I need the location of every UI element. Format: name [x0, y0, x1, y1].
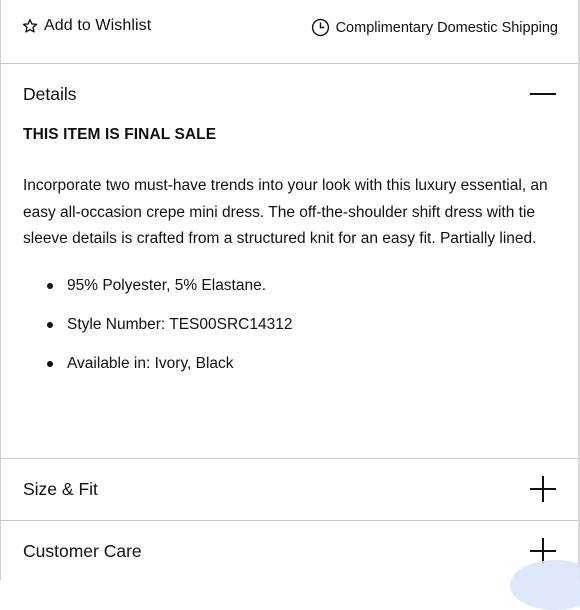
- bullet-icon: [47, 322, 53, 328]
- minus-icon[interactable]: [530, 93, 556, 95]
- list-item: 95% Polyester, 5% Elastane.: [23, 274, 292, 313]
- wishlist-label: Add to Wishlist: [44, 17, 152, 34]
- attribute-text: Style Number: TES00SRC14312: [67, 316, 293, 333]
- details-accordion-header[interactable]: Details: [0, 64, 578, 124]
- attribute-text: 95% Polyester, 5% Elastane.: [67, 277, 267, 294]
- bullet-icon: [47, 361, 53, 367]
- details-title: Details: [23, 84, 77, 104]
- attribute-text: Available in: Ivory, Black: [67, 355, 234, 372]
- star-icon: [22, 19, 38, 33]
- size-fit-accordion-header[interactable]: Size & Fit: [0, 459, 578, 519]
- customer-care-accordion-header[interactable]: Customer Care: [0, 521, 578, 581]
- product-attributes-list: 95% Polyester, 5% Elastane. Style Number…: [23, 274, 292, 391]
- bullet-icon: [47, 283, 53, 289]
- size-fit-title: Size & Fit: [23, 479, 98, 499]
- final-sale-notice: THIS ITEM IS FINAL SALE: [23, 126, 217, 143]
- plus-icon[interactable]: [530, 476, 556, 502]
- product-utility-bar: Add to Wishlist Complimentary Domestic S…: [0, 0, 580, 62]
- list-item: Available in: Ivory, Black: [23, 352, 292, 391]
- product-description: Incorporate two must-have trends into yo…: [23, 177, 548, 247]
- add-to-wishlist-button[interactable]: Add to Wishlist: [22, 17, 151, 35]
- floating-widget-edge: [510, 560, 580, 610]
- shipping-info: Complimentary Domestic Shipping: [311, 18, 558, 37]
- shipping-label: Complimentary Domestic Shipping: [335, 19, 558, 36]
- customer-care-title: Customer Care: [23, 541, 142, 561]
- list-item: Style Number: TES00SRC14312: [23, 313, 292, 352]
- clock-icon: [311, 18, 329, 37]
